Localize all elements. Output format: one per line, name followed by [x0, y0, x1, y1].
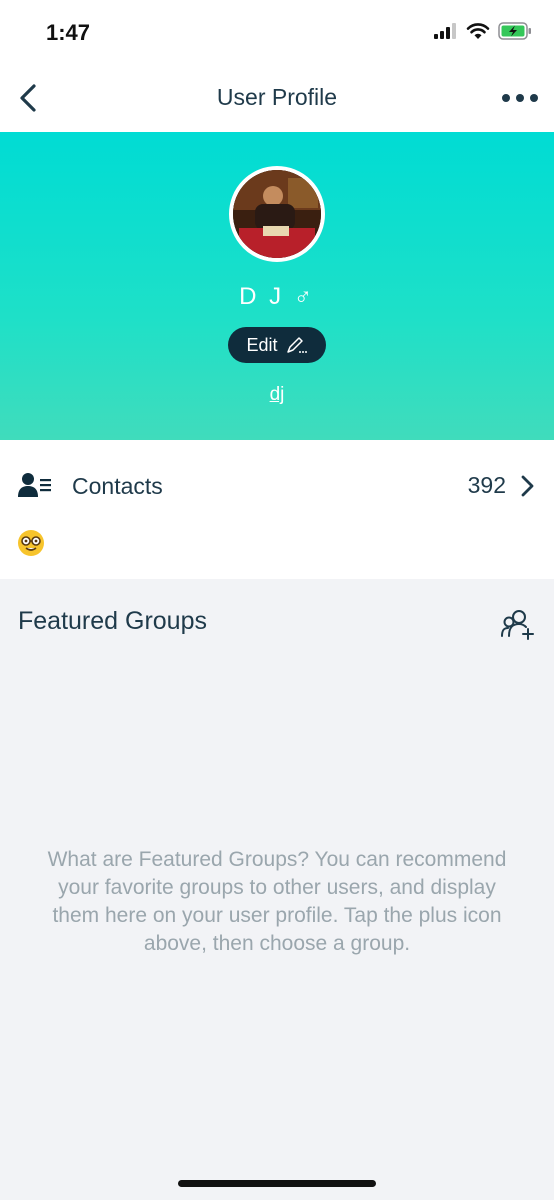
contacts-icon: [18, 473, 51, 497]
status-time: 1:47: [46, 20, 91, 45]
battery-charging-icon: [498, 22, 531, 40]
wifi-icon: [466, 23, 490, 39]
home-indicator[interactable]: [178, 1180, 376, 1187]
status-icons: [434, 22, 532, 40]
contacts-count: 392: [467, 472, 506, 498]
chevron-right-icon: [521, 475, 534, 497]
signal-icon: [434, 23, 456, 39]
featured-groups-description: What are Featured Groups? You can recomm…: [47, 848, 507, 955]
page-title: User Profile: [216, 84, 338, 110]
contacts-label: Contacts: [72, 473, 163, 499]
profile-name: D J ♂: [0, 283, 554, 311]
more-dots-icon[interactable]: [500, 86, 540, 110]
nerd-face-emoji-icon: [18, 530, 44, 556]
add-group-icon[interactable]: [500, 608, 536, 640]
avatar-photo: [233, 170, 321, 258]
pencil-icon: [286, 337, 307, 353]
nav-bar: User Profile: [0, 64, 554, 132]
profile-header: D J ♂ Edit dj: [0, 132, 554, 440]
profile-name-text: D J: [239, 283, 285, 310]
status-row: [0, 530, 554, 579]
edit-button-label: Edit: [246, 334, 278, 355]
contacts-row[interactable]: Contacts 392: [0, 440, 554, 530]
featured-groups-title: Featured Groups: [18, 607, 207, 635]
avatar[interactable]: [229, 166, 325, 262]
profile-handle[interactable]: dj: [0, 384, 554, 406]
status-bar: 1:47: [0, 0, 554, 64]
edit-profile-button[interactable]: Edit: [228, 327, 326, 363]
male-gender-icon: ♂: [293, 283, 315, 310]
